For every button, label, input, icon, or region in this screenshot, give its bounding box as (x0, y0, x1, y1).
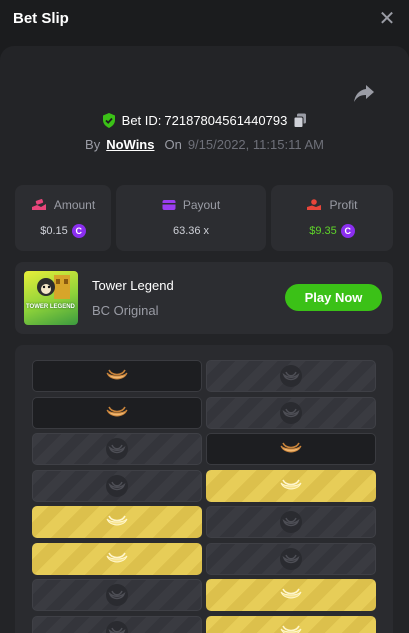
wallet-icon (162, 200, 176, 210)
tower-tile (32, 396, 202, 429)
bet-id-value: 72187804561440793 (164, 112, 288, 128)
banana-icon (280, 588, 302, 599)
banana-icon (106, 515, 128, 526)
stat-amount-label: Amount (53, 198, 96, 212)
game-thumbnail[interactable]: TOWER LEGEND (24, 271, 78, 325)
tower-tile (206, 396, 376, 429)
on-label: On (164, 136, 182, 152)
profit-hand-icon (307, 199, 322, 210)
tower-tile (32, 615, 202, 633)
shield-check-icon (102, 112, 115, 128)
game-card: TOWER LEGEND Tower Legend BC Original Pl… (15, 262, 393, 334)
tower-tile (206, 615, 376, 633)
page-title: Bet Slip (13, 10, 69, 27)
by-label: By (85, 136, 101, 152)
bet-id-label: Bet ID: (121, 112, 162, 128)
game-subtitle: BC Original (92, 303, 159, 318)
banana-icon (106, 552, 128, 562)
monkey-icon (37, 275, 70, 299)
banana-icon (106, 369, 128, 380)
tower-tile (206, 433, 376, 465)
tower-tile (206, 579, 376, 611)
tower-tile (32, 506, 202, 538)
coin-icon: C (71, 224, 86, 238)
stat-profit-label: Profit (329, 198, 358, 212)
header: Bet Slip ✕ (0, 0, 409, 46)
banana-icon (106, 406, 128, 416)
game-name: Tower Legend (92, 278, 174, 293)
copy-icon[interactable] (293, 113, 307, 128)
play-now-button[interactable]: Play Now (285, 284, 382, 311)
coin-icon (106, 438, 128, 460)
banana-icon (280, 479, 302, 489)
coin-icon (106, 474, 128, 497)
share-icon[interactable] (352, 82, 376, 104)
bet-meta-row: By NoWins On 9/15/2022, 11:15:11 AM (0, 134, 409, 154)
tower-tile (206, 542, 376, 575)
money-hand-icon (31, 199, 46, 210)
bet-id-row: Bet ID: 72187804561440793 (0, 110, 409, 130)
game-thumbnail-text: TOWER LEGEND (26, 304, 75, 310)
coin-icon (280, 365, 302, 387)
coin-icon: C (340, 224, 355, 238)
coin-icon (280, 547, 302, 570)
stat-amount: Amount $0.15 C (15, 185, 111, 251)
coin-icon (280, 511, 302, 533)
tower-tile (32, 579, 202, 611)
close-icon[interactable]: ✕ (377, 9, 397, 29)
tower-tile (32, 360, 202, 392)
coin-icon (280, 401, 302, 424)
tower-tile (206, 506, 376, 538)
stat-payout-label: Payout (182, 198, 221, 212)
stat-payout: Payout 63.36 x (116, 185, 266, 251)
tower-tile (206, 360, 376, 392)
username-link[interactable]: NoWins (106, 137, 154, 152)
tower-tile (32, 469, 202, 502)
stat-profit-value: $9.35 (309, 225, 337, 237)
banana-icon (280, 442, 302, 453)
stat-payout-value: 63.36 x (172, 225, 210, 237)
coin-icon (106, 620, 128, 633)
tower-tile (32, 542, 202, 575)
banana-icon (280, 625, 302, 633)
stat-profit: Profit $9.35 C (271, 185, 393, 251)
stat-amount-value: $0.15 (40, 225, 68, 237)
tower-tile (206, 469, 376, 502)
coin-icon (106, 584, 128, 606)
bet-date: 9/15/2022, 11:15:11 AM (187, 136, 324, 152)
tower-tile (32, 433, 202, 465)
